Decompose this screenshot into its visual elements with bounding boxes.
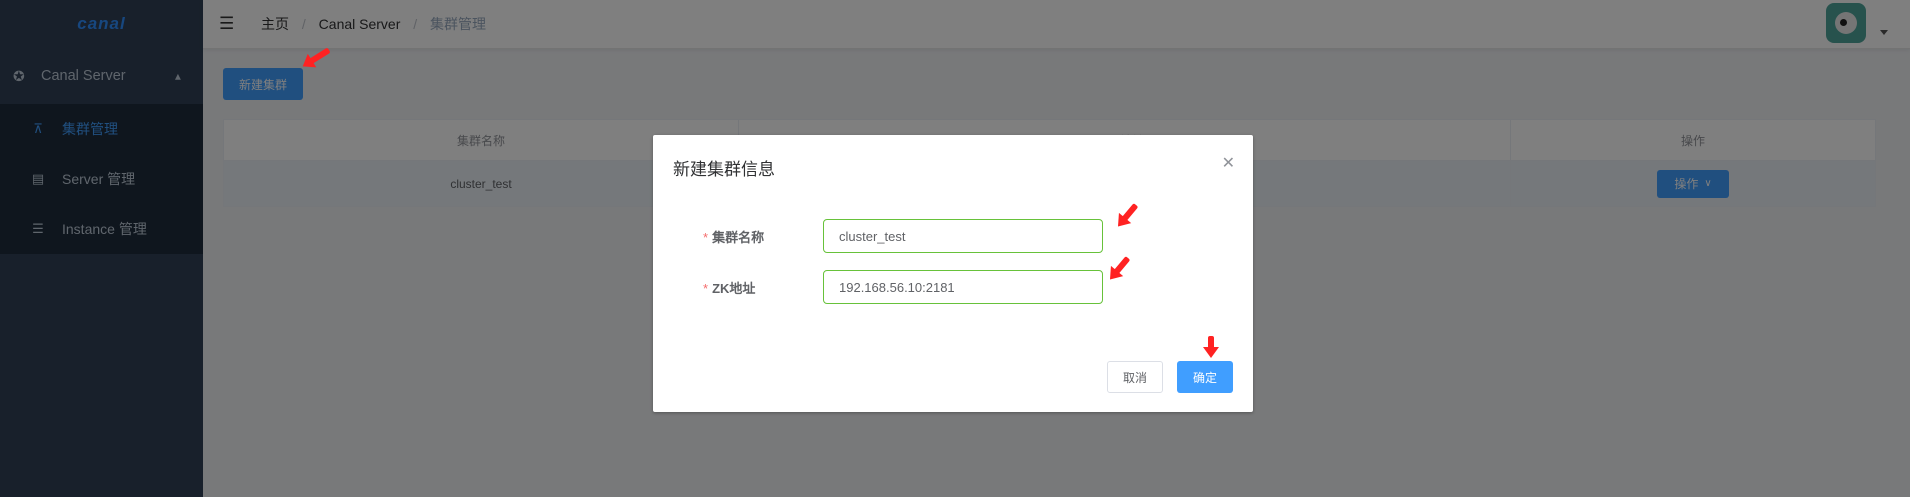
cluster-name-input[interactable] [823, 219, 1103, 253]
cancel-button[interactable]: 取消 [1107, 361, 1163, 393]
form-row-zk-address: * ZK地址 [653, 270, 1253, 304]
field-label-zk-address: * ZK地址 [703, 278, 755, 297]
required-marker: * [703, 230, 709, 245]
zk-address-input[interactable] [823, 270, 1103, 304]
dialog-title: 新建集群信息 [673, 160, 775, 179]
form-row-cluster-name: * 集群名称 [653, 219, 1253, 253]
new-cluster-dialog: 新建集群信息 ✕ *集群名称 *ZK地址 取消 确定 [653, 135, 1253, 412]
annotation-arrow [1203, 336, 1219, 358]
required-marker: * [703, 281, 709, 296]
field-label-text: 集群名称 [712, 230, 765, 245]
confirm-button[interactable]: 确定 [1177, 361, 1233, 393]
field-label-cluster-name: * 集群名称 [703, 227, 764, 246]
close-icon[interactable]: ✕ [1222, 153, 1235, 173]
field-label-text: ZK地址 [712, 281, 756, 296]
